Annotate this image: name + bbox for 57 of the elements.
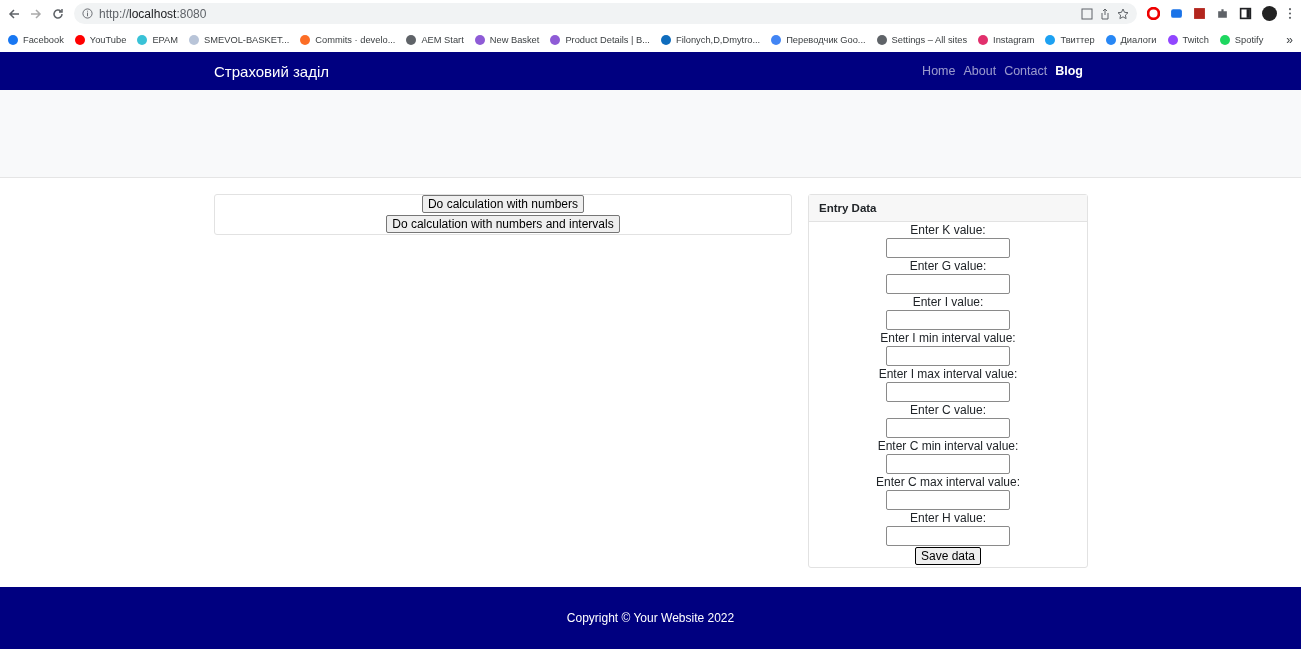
bookmark[interactable]: Commits · develo... <box>300 34 396 45</box>
bookmark[interactable]: Instagram <box>978 34 1035 45</box>
input-field[interactable] <box>886 310 1010 330</box>
bookmark[interactable]: EPAM <box>137 34 179 45</box>
field-label: Enter C max interval value: <box>875 475 1021 490</box>
avatar-icon[interactable] <box>1262 6 1277 21</box>
bookmark[interactable]: SMEVOL-BASKET... <box>189 34 290 45</box>
bookmark[interactable]: Facebook <box>8 34 64 45</box>
calculate-button[interactable]: Do calculation with numbers <box>421 195 585 213</box>
bookmark[interactable]: Product Details | B... <box>550 34 650 45</box>
share-icon[interactable] <box>1099 7 1111 20</box>
field-label: Enter C value: <box>909 403 986 418</box>
nav-link[interactable]: Home <box>922 64 956 78</box>
nav-link[interactable]: Blog <box>1055 64 1083 78</box>
input-field[interactable] <box>886 274 1010 294</box>
bookmark[interactable]: AEM Start <box>406 34 464 45</box>
input-field[interactable] <box>886 238 1010 258</box>
info-icon <box>82 8 93 19</box>
bookmark[interactable]: Диалоги <box>1105 34 1157 45</box>
field-label: Enter I min interval value: <box>880 331 1016 346</box>
card-header: Entry Data <box>809 195 1087 222</box>
forward-icon[interactable] <box>30 7 42 20</box>
address-bar[interactable]: http://localhost:8080 <box>74 3 1137 24</box>
save-button[interactable]: Save data <box>914 547 981 565</box>
bookmark[interactable]: New Basket <box>474 34 540 45</box>
bookmark[interactable]: Переводчик Goo... <box>771 34 866 45</box>
bookmark[interactable]: Twitch <box>1167 34 1209 45</box>
bookmark[interactable]: Spotify <box>1219 34 1264 45</box>
star-icon[interactable] <box>1117 7 1129 20</box>
copyright-text: Copyright © Your Website 2022 <box>566 611 735 625</box>
field-label: Enter I max interval value: <box>878 367 1018 382</box>
input-field[interactable] <box>886 526 1010 546</box>
url-text: http://localhost:8080 <box>99 6 207 21</box>
field-label: Enter G value: <box>909 259 987 274</box>
bookmark[interactable]: Settings – All sites <box>876 34 968 45</box>
input-field[interactable] <box>886 454 1010 474</box>
menu-icon[interactable] <box>1287 7 1293 20</box>
field-label: Enter I value: <box>912 295 984 310</box>
bookmark[interactable]: YouTube <box>74 34 127 45</box>
input-field[interactable] <box>886 418 1010 438</box>
field-label: Enter C min interval value: <box>877 439 1019 454</box>
opera-icon[interactable] <box>1147 7 1160 20</box>
bookmark[interactable]: Filonych,D,Dmytro... <box>660 34 761 45</box>
brand-link[interactable]: Страховий заділ <box>214 62 329 80</box>
input-field[interactable] <box>886 490 1010 510</box>
bookmark[interactable]: Твиттер <box>1045 34 1095 45</box>
input-field[interactable] <box>886 382 1010 402</box>
input-field[interactable] <box>886 346 1010 366</box>
nav-link[interactable]: Contact <box>1004 64 1048 78</box>
side-panel-icon[interactable] <box>1239 7 1252 20</box>
reload-icon[interactable] <box>52 7 64 20</box>
field-label: Enter H value: <box>909 511 986 526</box>
more-bookmarks-button[interactable]: » <box>1286 32 1293 47</box>
field-label: Enter K value: <box>910 223 986 238</box>
calculate-button[interactable]: Do calculation with numbers and intervals <box>386 215 620 233</box>
nav-link[interactable]: About <box>963 64 997 78</box>
back-icon[interactable] <box>8 7 20 20</box>
